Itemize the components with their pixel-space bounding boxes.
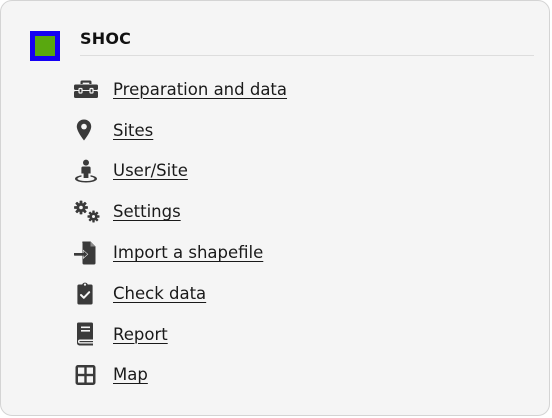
menu-item-label[interactable]: Import a shapefile: [113, 243, 263, 262]
app-logo: [30, 31, 60, 61]
navigation-panel: SHOC Preparation and data Sites User/Sit…: [0, 0, 550, 416]
app-logo-inner: [35, 36, 55, 56]
file-import-icon: [71, 241, 103, 265]
menu-item-check-data[interactable]: Check data: [71, 273, 287, 314]
menu-item-label[interactable]: Preparation and data: [113, 80, 287, 99]
menu-item-map[interactable]: Map: [71, 355, 287, 396]
menu-item-label[interactable]: User/Site: [113, 161, 188, 180]
street-view-icon: [71, 159, 103, 183]
grid-icon: [71, 363, 103, 387]
menu-item-import-a-shapefile[interactable]: Import a shapefile: [71, 232, 287, 273]
menu-item-label[interactable]: Sites: [113, 121, 153, 140]
panel-title: SHOC: [80, 29, 132, 48]
menu-item-user-site[interactable]: User/Site: [71, 151, 287, 192]
map-marker-icon: [71, 118, 103, 142]
nav-menu: Preparation and data Sites User/Site Set…: [71, 69, 287, 395]
menu-item-label[interactable]: Map: [113, 365, 148, 384]
menu-item-label[interactable]: Report: [113, 325, 168, 344]
menu-item-label[interactable]: Settings: [113, 202, 181, 221]
menu-item-report[interactable]: Report: [71, 314, 287, 355]
toolbox-icon: [71, 77, 103, 101]
menu-item-sites[interactable]: Sites: [71, 110, 287, 151]
book-icon: [71, 322, 103, 346]
clipboard-check-icon: [71, 281, 103, 305]
menu-item-settings[interactable]: Settings: [71, 191, 287, 232]
cogs-icon: [71, 200, 103, 224]
menu-item-preparation-and-data[interactable]: Preparation and data: [71, 69, 287, 110]
title-divider: [80, 55, 534, 56]
menu-item-label[interactable]: Check data: [113, 284, 206, 303]
